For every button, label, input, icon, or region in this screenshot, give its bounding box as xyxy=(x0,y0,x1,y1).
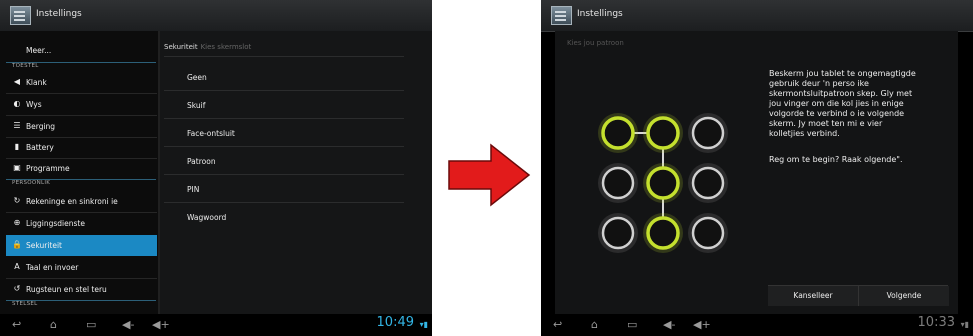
action-bar: Instellings xyxy=(0,0,432,32)
list-item-security[interactable]: 🔒 Sekuriteit xyxy=(6,235,157,256)
lock-icon: 🔒 xyxy=(12,240,22,249)
detail-subtitle: Kies skermslot xyxy=(200,43,252,51)
category-header: PERSOONLIK xyxy=(12,180,51,186)
divider xyxy=(164,146,404,147)
volume-up-icon[interactable]: ◀+ xyxy=(152,318,170,332)
option-pin[interactable]: PIN xyxy=(187,185,199,194)
list-item-label: Sekuriteit xyxy=(26,241,62,250)
list-item-label: Rekeninge en sinkroni ie xyxy=(26,197,118,206)
option-slide[interactable]: Skuif xyxy=(187,101,205,110)
pattern-prompt: Reg om te begin? Raak olgende". xyxy=(769,155,903,164)
list-item-language[interactable]: A Taal en invoer xyxy=(6,257,157,278)
wifi-battery-icon: ▾▮ xyxy=(960,320,969,329)
speaker-icon: ◀ xyxy=(13,77,21,86)
list-item-more[interactable]: Meer... xyxy=(6,40,157,61)
detail-title: Sekuriteit Kies skermslot xyxy=(164,43,251,51)
brightness-icon: ◐ xyxy=(13,99,21,108)
option-password[interactable]: Wagwoord xyxy=(187,213,226,222)
list-item-label: Taal en invoer xyxy=(26,263,79,272)
list-item-sound[interactable]: ◀ Klank xyxy=(6,72,157,93)
settings-list: Meer... TOESTEL ◀ Klank ◐ Wys ☰ Berging … xyxy=(0,31,158,314)
volume-up-icon[interactable]: ◀+ xyxy=(693,318,711,332)
pattern-dot[interactable] xyxy=(646,116,680,150)
system-nav-bar: ↩ ⌂ ▭ ◀- ◀+ 10:49 ▾▮ xyxy=(0,314,432,336)
option-none[interactable]: Geen xyxy=(187,73,207,82)
system-nav-bar: ↩ ⌂ ▭ ◀- ◀+ 10:33 ▾▮ xyxy=(541,314,973,336)
pattern-dot[interactable] xyxy=(691,166,725,200)
status-clock: 10:49 xyxy=(376,315,414,330)
language-icon: A xyxy=(14,262,20,271)
divider xyxy=(164,202,404,203)
list-item-label: Berging xyxy=(26,122,56,131)
list-item-label: Battery xyxy=(26,143,54,152)
choose-pattern-panel: Kies jou patroon Beskerm jou tablet te o… xyxy=(555,31,958,314)
next-button[interactable]: Volgende xyxy=(858,286,949,306)
home-icon[interactable]: ⌂ xyxy=(591,318,598,332)
pattern-dot[interactable] xyxy=(601,166,635,200)
divider xyxy=(164,118,404,119)
cancel-button[interactable]: Kanselleer xyxy=(768,286,858,306)
category-header: STELSEL xyxy=(12,301,38,307)
list-item-accounts[interactable]: ↻ Rekeninge en sinkroni ie xyxy=(6,191,157,212)
pattern-dot[interactable] xyxy=(691,116,725,150)
pattern-dot[interactable] xyxy=(601,216,635,250)
security-detail-pane: Sekuriteit Kies skermslot Geen Skuif Face… xyxy=(160,31,432,314)
divider xyxy=(164,174,404,175)
list-item-display[interactable]: ◐ Wys xyxy=(6,94,157,115)
list-item-label: Meer... xyxy=(26,46,52,55)
pattern-screen-right: Instellings Kies jou patroon Beskerm jou… xyxy=(541,0,973,336)
list-item-battery[interactable]: ▮ Battery xyxy=(6,137,157,158)
backup-icon: ↺ xyxy=(13,284,21,293)
app-title: Instellings xyxy=(577,9,623,19)
location-icon: ⊕ xyxy=(13,218,21,227)
app-title: Instellings xyxy=(36,9,82,19)
pattern-dot[interactable] xyxy=(646,166,680,200)
home-icon[interactable]: ⌂ xyxy=(50,318,57,332)
category-header: TOESTEL xyxy=(12,63,39,69)
back-icon[interactable]: ↩ xyxy=(12,318,21,332)
recent-apps-icon[interactable]: ▭ xyxy=(86,318,96,332)
list-item-label: Liggingsdienste xyxy=(26,219,85,228)
button-bar: Kanselleer Volgende xyxy=(768,285,949,306)
battery-icon: ▮ xyxy=(14,142,20,151)
status-clock: 10:33 xyxy=(917,315,955,330)
settings-screen-left: Instellings Meer... TOESTEL ◀ Klank ◐ Wy… xyxy=(0,0,432,336)
list-item-location[interactable]: ⊕ Liggingsdienste xyxy=(6,213,157,234)
sync-icon: ↻ xyxy=(13,196,21,205)
pattern-dot[interactable] xyxy=(601,116,635,150)
list-item-label: Programme xyxy=(26,164,70,173)
detail-title-text: Sekuriteit xyxy=(164,43,198,51)
arrow-icon xyxy=(448,143,531,207)
list-item-backup[interactable]: ↺ Rugsteun en stel teru xyxy=(6,279,157,300)
list-item-label: Klank xyxy=(26,78,47,87)
divider xyxy=(164,56,404,57)
pattern-grid[interactable] xyxy=(555,31,755,314)
list-item-apps[interactable]: ▣ Programme xyxy=(6,158,157,179)
action-bar: Instellings xyxy=(541,0,973,32)
option-face-unlock[interactable]: Face-ontsluit xyxy=(187,129,235,138)
volume-down-icon[interactable]: ◀- xyxy=(122,318,134,332)
pattern-dot[interactable] xyxy=(691,216,725,250)
option-pattern[interactable]: Patroon xyxy=(187,157,216,166)
back-icon[interactable]: ↩ xyxy=(553,318,562,332)
list-item-label: Rugsteun en stel teru xyxy=(26,285,107,294)
storage-icon: ☰ xyxy=(13,121,21,130)
settings-app-icon[interactable] xyxy=(551,6,572,25)
volume-down-icon[interactable]: ◀- xyxy=(663,318,675,332)
pattern-dot[interactable] xyxy=(646,216,680,250)
recent-apps-icon[interactable]: ▭ xyxy=(627,318,637,332)
divider xyxy=(164,90,404,91)
pattern-instructions: Beskerm jou tablet te ongemagtigde gebru… xyxy=(769,69,916,138)
list-item-storage[interactable]: ☰ Berging xyxy=(6,116,157,137)
apps-icon: ▣ xyxy=(13,163,21,172)
list-item-label: Wys xyxy=(26,100,42,109)
wifi-battery-icon: ▾▮ xyxy=(419,320,428,329)
settings-app-icon[interactable] xyxy=(10,6,31,25)
